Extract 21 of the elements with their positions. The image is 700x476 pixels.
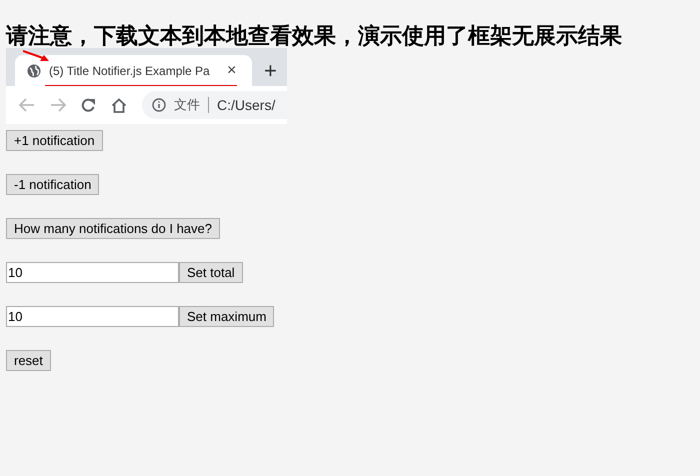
action-button[interactable]: +1 notification [6,130,103,151]
info-icon [152,98,166,112]
action-button[interactable]: -1 notification [6,174,100,195]
reload-icon[interactable] [81,98,96,112]
action-button[interactable]: reset [6,350,51,371]
input-field[interactable]: 10 [6,306,179,327]
address-text: C:/Users/ [217,97,276,113]
page-heading: 请注意，下载文本到本地查看效果，演示使用了框架无展示结果 [6,23,623,48]
address-label: 文件 [174,96,200,114]
action-button[interactable]: How many notifications do I have? [6,218,220,239]
globe-icon [27,64,41,78]
action-button[interactable]: Set total [179,262,243,283]
annotation-arrow [23,50,49,62]
tab-title: (5) Title Notifier.js Example Pa [49,64,211,78]
input-field[interactable]: 10 [6,262,179,283]
new-tab-button[interactable]: + [264,56,277,86]
action-button[interactable]: Set maximum [179,306,274,327]
close-icon[interactable]: × [227,62,236,80]
browser-tab[interactable]: (5) Title Notifier.js Example Pa × [15,55,252,86]
home-icon[interactable] [111,98,127,112]
address-bar[interactable]: 文件 C:/Users/ [142,91,287,119]
